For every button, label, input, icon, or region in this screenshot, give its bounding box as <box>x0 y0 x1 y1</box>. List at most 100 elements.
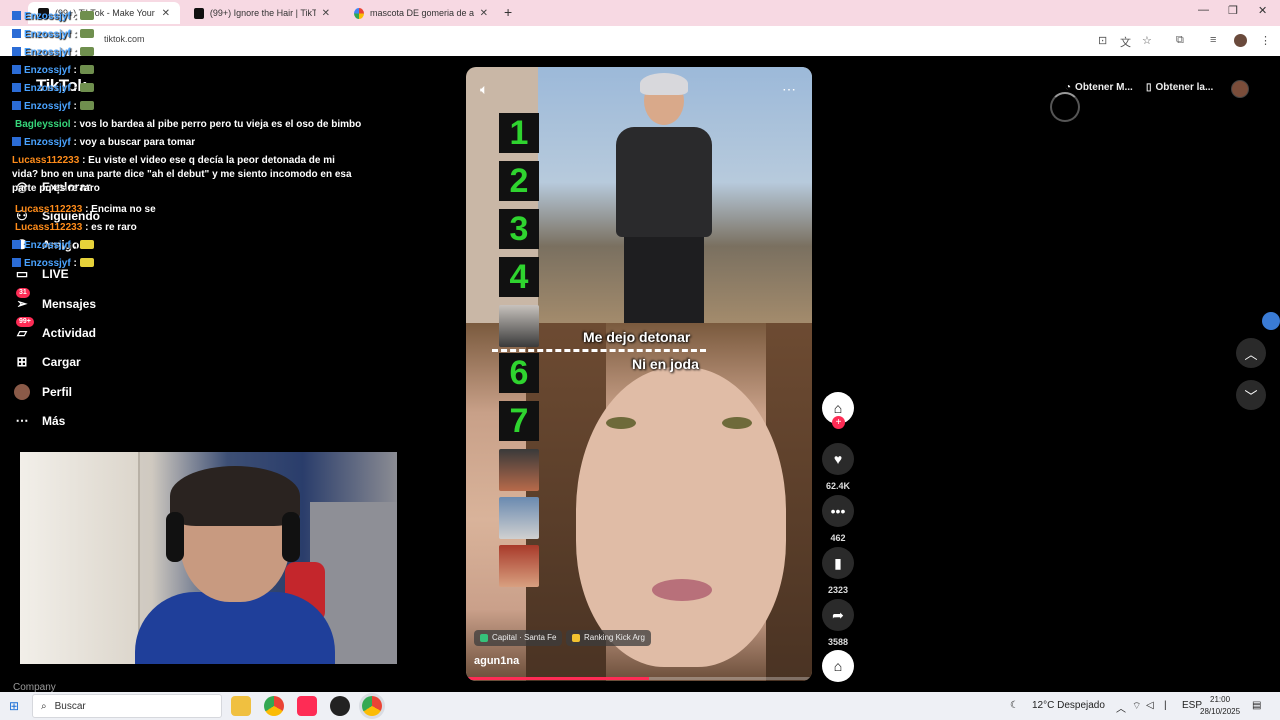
volume-icon[interactable]: 🔈︎ <box>480 81 488 98</box>
weather-text[interactable]: 12°C Despejado <box>1032 700 1105 711</box>
speaker-icon[interactable]: ◁ <box>1146 700 1154 711</box>
get-coins-label: Obtener M... <box>1075 82 1133 93</box>
windows-start-icon[interactable]: ⊞ <box>9 699 19 713</box>
language-indicator[interactable]: ESP <box>1182 700 1202 711</box>
tab-ignore-the-hair[interactable]: (99+) Ignore the Hair | TikTok ✕ <box>184 2 340 24</box>
extensions-icon[interactable]: ⧉ <box>1176 34 1184 47</box>
video-progress-bar[interactable] <box>466 677 812 680</box>
mic-icon[interactable] <box>1262 312 1280 330</box>
notifications-icon[interactable]: ▤ <box>1252 700 1261 711</box>
chrome-icon[interactable] <box>264 696 284 716</box>
video-subject <box>606 73 716 323</box>
avatar <box>14 384 30 400</box>
sound-disc-button[interactable]: ⌂ <box>822 650 854 682</box>
tray-chevron-icon[interactable]: ︿ <box>1116 700 1126 715</box>
tab-mascota[interactable]: mascota DE gomeria de autos - ✕ <box>344 2 498 24</box>
url-field[interactable]: tiktok.com <box>104 34 145 44</box>
sidebar-item-cargar[interactable]: ⊞ Cargar <box>14 354 81 370</box>
ranking-chip[interactable]: Ranking Kick Arg <box>566 630 651 646</box>
kick-badge-icon <box>12 11 21 20</box>
install-icon[interactable]: ⊡ <box>1098 34 1107 47</box>
close-tab-icon[interactable]: ✕ <box>162 8 170 19</box>
comment-button[interactable]: ••• 462 <box>822 495 854 543</box>
chat-message: : voy a buscar para tomar <box>73 137 196 148</box>
chat-message: : <box>73 83 77 94</box>
restore-icon[interactable]: ❐ <box>1228 4 1238 17</box>
get-app-button[interactable]: ▯ Obtener la... <box>1146 82 1213 93</box>
chat-message: : <box>73 101 77 112</box>
heart-icon: ♥ <box>822 443 854 475</box>
rank-number: 3 <box>499 209 539 249</box>
sidebar-item-perfil[interactable]: Perfil <box>14 384 72 400</box>
sidebar-item-mas[interactable]: ⋯ Más <box>14 413 66 429</box>
chat-line: Enzossjyf : <box>12 64 94 78</box>
video-author[interactable]: agun1na <box>474 655 519 667</box>
get-coins-button[interactable]: ◔ Obtener M... <box>1065 82 1133 93</box>
next-video-button[interactable]: ﹀ <box>1236 380 1266 410</box>
network-icon[interactable]: ⌔ <box>1132 700 1141 713</box>
chat-username: Lucass112233 <box>12 155 80 166</box>
location-icon <box>480 634 488 642</box>
screen: (99+) TikTok - Make Your Da ✕ (99+) Igno… <box>0 0 1280 720</box>
close-window-icon[interactable]: ✕ <box>1258 4 1267 17</box>
location-chip[interactable]: Capital · Santa Fe <box>474 630 563 646</box>
address-bar: tiktok.com ⊡ 文 ☆ ⧉ ≡ ⋮ <box>0 26 1280 56</box>
sidebar-item-actividad[interactable]: ▱ 99+ Actividad <box>14 317 96 341</box>
minimize-icon[interactable]: — <box>1198 4 1209 16</box>
chat-line: Enzossjyf : <box>12 100 94 114</box>
emote-icon <box>79 258 94 267</box>
user-avatar[interactable] <box>1231 80 1249 98</box>
get-app-label: Obtener la... <box>1155 82 1214 93</box>
more-options-icon[interactable]: ⋯ <box>782 81 797 98</box>
video-player[interactable]: 1 2 3 4 6 7 Me dejo detonar Ni en joda 🔈… <box>466 67 812 681</box>
search-icon: ⌕ <box>41 700 47 712</box>
rank-number: 6 <box>499 353 539 393</box>
tiktok-app-icon[interactable] <box>297 696 317 716</box>
new-tab-button[interactable]: + <box>504 4 512 20</box>
kick-badge-icon <box>12 83 21 92</box>
file-explorer-icon[interactable] <box>231 696 251 716</box>
chrome-active-icon[interactable] <box>362 696 382 716</box>
follow-plus-icon[interactable]: + <box>832 416 845 429</box>
creator-avatar-button[interactable]: ⌂ + <box>822 392 854 429</box>
tab-search-icon[interactable]: ≡ <box>1210 34 1216 46</box>
obs-icon[interactable] <box>330 696 350 716</box>
weather-moon-icon[interactable]: ☾ <box>1010 700 1019 711</box>
chat-username: Lucass112233 <box>15 204 83 215</box>
rank-thumbnail <box>499 305 539 347</box>
share-button[interactable]: ➦ 3588 <box>822 599 854 647</box>
translate-icon[interactable]: 文 <box>1120 34 1131 50</box>
system-clock[interactable]: 21:00 28/10/2025 <box>1200 694 1240 718</box>
kick-badge-icon <box>12 29 21 38</box>
emote-icon <box>79 101 94 110</box>
previous-video-button[interactable]: ︿ <box>1236 338 1266 368</box>
taskbar-search[interactable]: ⌕ Buscar <box>32 694 222 718</box>
like-button[interactable]: ♥ 62.4K <box>822 443 854 491</box>
clock-time: 21:00 <box>1210 695 1231 704</box>
chat-username: Enzossjyf <box>24 47 71 58</box>
browser-profile-avatar[interactable] <box>1234 34 1247 47</box>
chat-line: Enzossjyf : <box>12 46 94 60</box>
chat-line: Bagleyssiol : vos lo bardea al pibe perr… <box>15 118 361 132</box>
browser-menu-icon[interactable]: ⋮ <box>1260 34 1271 47</box>
rank-thumbnail <box>499 545 539 587</box>
activity-badge: 99+ <box>16 317 34 327</box>
mic-tray-icon[interactable]: | <box>1164 700 1167 711</box>
more-icon: ⋯ <box>15 413 29 428</box>
close-tab-icon[interactable]: ✕ <box>480 8 488 19</box>
save-button[interactable]: ▮ 2323 <box>822 547 854 595</box>
kick-badge-icon <box>12 240 21 249</box>
bookmark-icon: ▮ <box>822 547 854 579</box>
rank-number: 4 <box>499 257 539 297</box>
bookmark-star-icon[interactable]: ☆ <box>1142 34 1152 47</box>
chat-username: Enzossjyf <box>24 137 71 148</box>
sidebar-item-mensajes[interactable]: ➢ 31 Mensajes <box>14 288 96 312</box>
tab-title: (99+) Ignore the Hair | TikTok <box>209 8 316 18</box>
chevron-down-icon: ﹀ <box>1244 388 1258 404</box>
chat-username: Enzossjyf <box>24 101 71 112</box>
kick-badge-icon <box>12 101 21 110</box>
close-tab-icon[interactable]: ✕ <box>322 8 330 19</box>
chat-line: Enzossjyf : <box>12 257 94 271</box>
chip-label: Ranking Kick Arg <box>584 633 645 642</box>
tiktok-favicon-icon <box>194 7 204 19</box>
